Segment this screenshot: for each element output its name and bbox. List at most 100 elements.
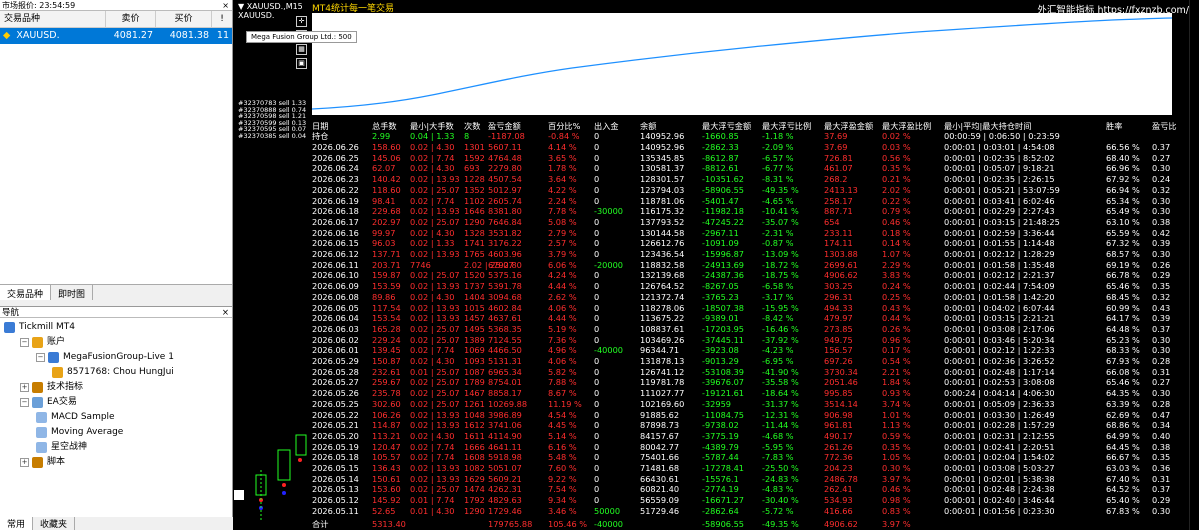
nav-item[interactable]: + 脚本 [0, 455, 232, 470]
table-cell: 3531.82 [488, 227, 522, 238]
nav-item[interactable]: − MegaFusionGroup-Live 1 [0, 350, 232, 365]
table-cell: -2774.19 [702, 484, 739, 495]
col-spread[interactable]: ! [212, 11, 232, 27]
nav-item[interactable]: + 技术指标 [0, 380, 232, 395]
tab-common[interactable]: 常用 [0, 517, 34, 530]
nav-item[interactable]: MACD Sample [0, 410, 232, 425]
table-cell: 0 [594, 152, 600, 163]
collapse-icon[interactable]: − [20, 338, 29, 347]
col-ask[interactable]: 买价 [156, 11, 212, 27]
table-cell: 259.67 [372, 377, 401, 388]
table-cell: 0.02 | 25.07 [410, 184, 460, 195]
tab-symbols[interactable]: 交易品种 [0, 285, 52, 300]
table-cell: -58906.55 [702, 184, 745, 195]
table-row: 2026.06.12 137.71 0.02 | 13.93 1765 4603.96 3… [234, 249, 1189, 260]
table-cell: 121372.74 [640, 291, 685, 302]
table-row: 2026.06.10 159.87 0.02 | 25.07 1520 5375.16 4… [234, 270, 1189, 281]
table-cell: 62.69 % [1106, 409, 1140, 420]
col-symbol[interactable]: 交易品种 [0, 11, 106, 27]
collapse-icon[interactable]: − [20, 398, 29, 407]
table-cell: 0 [594, 430, 600, 441]
screenshot-icon[interactable]: ▣ [296, 58, 307, 69]
table-cell: 697.26 [824, 356, 853, 366]
chart-window[interactable]: ▼ XAUUSD.,M15 XAUUSD. MT4统计每一笔交易 外汇智能指标 h… [234, 0, 1199, 530]
ask-price: 4081.38 [169, 30, 209, 41]
table-cell: 9.22 % [548, 473, 577, 484]
symbol-row[interactable]: ◆ XAUUSD. 4081.27 4081.38 11 [0, 28, 232, 44]
table-cell: 4906.62 [824, 270, 858, 281]
table-cell: -4.65 % [762, 195, 794, 206]
table-cell: 0:00:01 | 0:03:15 | 21:48:25 [944, 216, 1060, 227]
table-cell: -11.44 % [762, 420, 799, 431]
table-cell: 98.41 [372, 195, 396, 206]
table-cell: 1792 [464, 495, 485, 506]
table-cell: 0 [594, 195, 600, 206]
table-cell: 0.02 | 13.93 [410, 420, 460, 431]
table-cell: 139.45 [372, 345, 401, 356]
table-cell: 0 [594, 174, 600, 185]
nav-item[interactable]: − EA交易 [0, 395, 232, 410]
table-cell: 0 [594, 495, 600, 506]
table-cell: 0 [594, 334, 600, 345]
table-cell: 0 [594, 249, 600, 259]
nav-item[interactable]: 8571768: Chou HungJui [0, 365, 232, 380]
crosshair-icon[interactable]: ✛ [296, 16, 307, 27]
table-cell: 0 [594, 473, 600, 484]
nav-item[interactable]: 星空战神 [0, 440, 232, 455]
nav-item[interactable]: Moving Average [0, 425, 232, 440]
table-cell: -4.83 % [762, 484, 794, 495]
table-cell: -31.37 % [762, 398, 799, 409]
col-bid[interactable]: 卖价 [106, 11, 156, 27]
table-cell: -6.57 % [762, 152, 794, 163]
table-cell: 1608 [464, 452, 485, 463]
table-cell: 66.96 % [1106, 163, 1140, 174]
table-cell: 0.30 [1152, 249, 1171, 259]
table-cell: 0 [594, 409, 600, 420]
table-cell: 0:00:01 | 0:01:56 | 0:23:30 [944, 505, 1055, 516]
nav-item[interactable]: Tickmill MT4 [0, 320, 232, 335]
table-cell: 0.02 | 25.07 [410, 270, 460, 281]
nav-item[interactable]: − 账户 [0, 335, 232, 350]
table-cell: 1612 [464, 420, 485, 431]
table-cell: 262.41 [824, 484, 853, 495]
table-cell: 0 [594, 184, 600, 195]
table-cell: 0.35 % [882, 441, 911, 452]
table-cell: 84157.67 [640, 430, 680, 441]
table-cell: 0 [594, 398, 600, 409]
table-cell: 65.49 % [1106, 206, 1140, 217]
chart-scrollbar[interactable] [1189, 0, 1199, 530]
table-row: 2026.06.25 145.06 0.02 | 7.74 1592 4764.48 3.… [234, 153, 1189, 164]
table-cell: 0.79 % [882, 206, 911, 217]
table-row: 2026.05.21 114.87 0.02 | 13.93 1612 3741.06 4… [234, 420, 1189, 431]
table-cell: 2026.06.12 [312, 249, 359, 259]
tab-favorites[interactable]: 收藏夹 [33, 517, 76, 530]
table-cell: -16671.27 [702, 495, 745, 506]
table-cell: 2.79 % [548, 227, 577, 238]
table-cell: 0 [594, 388, 600, 399]
grid-icon[interactable]: ▦ [296, 44, 307, 55]
table-row: 2026.05.22 106.26 0.02 | 13.93 1048 3986.89 4… [234, 410, 1189, 421]
table-cell: -1187.08 [488, 131, 525, 141]
table-cell: 232.61 [372, 366, 401, 377]
table-cell: 0.38 [1152, 441, 1171, 452]
collapse-icon[interactable]: − [36, 353, 45, 362]
table-cell: 0.02 | 25.07 [410, 388, 460, 399]
close-icon[interactable]: × [222, 307, 232, 318]
table-cell: 4507.54 [488, 174, 522, 185]
table-cell: 0 [594, 366, 600, 377]
table-cell: -9013.29 [702, 356, 739, 366]
expand-icon[interactable]: + [20, 383, 29, 392]
table-cell: 140952.96 [640, 142, 685, 152]
table-cell: 0.02 | 25.07 [410, 323, 460, 334]
table-cell: 0.02 | 4.30 [410, 142, 455, 152]
table-cell: 0.30 [1152, 206, 1171, 217]
tab-tick-chart[interactable]: 即时图 [51, 285, 94, 300]
table-cell: 0.02 | 25.07 [410, 334, 460, 345]
close-icon[interactable]: × [222, 0, 232, 10]
expert-icon [32, 397, 43, 408]
table-cell: 50000 [594, 505, 621, 516]
table-row: 2026.06.01 139.45 0.02 | 7.74 1069 4466.50 4.… [234, 345, 1189, 356]
table-cell: 113.21 [372, 430, 401, 441]
expand-icon[interactable]: + [20, 458, 29, 467]
table-cell: 416.66 [824, 505, 853, 516]
